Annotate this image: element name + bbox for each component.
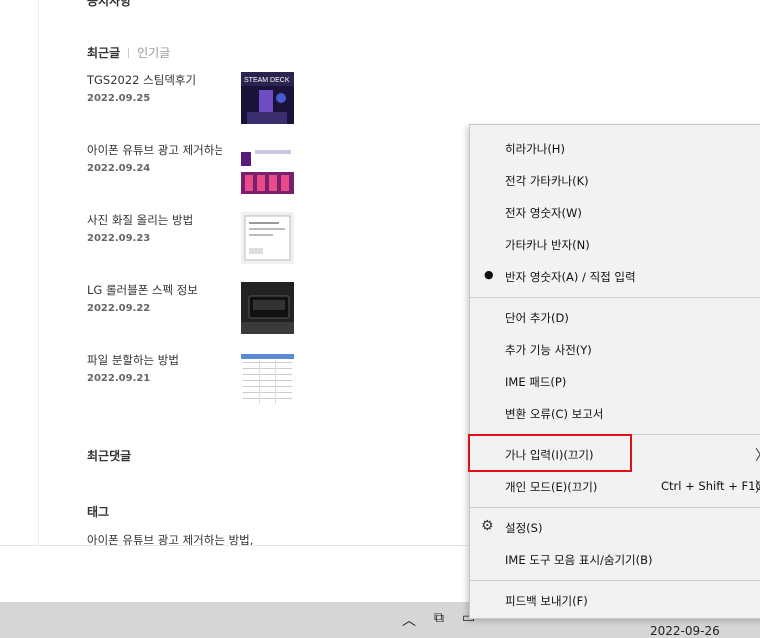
post-title[interactable]: 사진 화질 올리는 방법	[87, 212, 222, 228]
menu-item-private-mode[interactable]: 개인 모드(E)(끄기) Ctrl + Shift + F10 〉	[470, 473, 760, 501]
menu-item-hiragana[interactable]: 히라가나(H)	[470, 135, 760, 163]
menu-item-send-feedback[interactable]: 피드백 보내기(F)	[470, 587, 760, 615]
menu-item-label: 개인 모드(E)(끄기)	[505, 480, 598, 494]
submenu-arrow-icon: 〉	[755, 477, 760, 497]
menu-item-fullwidth-alphanumeric[interactable]: 전자 영숫자(W)	[470, 199, 760, 227]
post-tabs: 최근글 인기글	[87, 44, 170, 61]
post-title[interactable]: 파일 분할하는 방법	[87, 352, 222, 368]
menu-item-label: 전자 영숫자(W)	[505, 206, 582, 220]
post-item[interactable]: 사진 화질 올리는 방법 2022.09.23	[87, 212, 297, 264]
post-title[interactable]: TGS2022 스팀덱후기	[87, 72, 222, 88]
menu-item-label: 단어 추가(D)	[505, 311, 569, 325]
highlight-box	[468, 434, 632, 472]
post-item[interactable]: 파일 분할하는 방법 2022.09.21	[87, 352, 297, 404]
menu-item-settings[interactable]: ⚙ 설정(S)	[470, 514, 760, 542]
menu-item-add-word[interactable]: 단어 추가(D)	[470, 304, 760, 332]
menu-item-halfwidth-alphanumeric[interactable]: ● 반자 영숫자(A) / 직접 입력	[470, 263, 760, 291]
menu-item-halfwidth-katakana[interactable]: 가타카나 반자(N)	[470, 231, 760, 259]
menu-item-label: 추가 기능 사전(Y)	[505, 343, 592, 357]
menu-item-ime-pad[interactable]: IME 패드(P)	[470, 368, 760, 396]
selected-bullet-icon: ●	[484, 268, 494, 281]
post-date: 2022.09.24	[87, 163, 151, 174]
submenu-arrow-icon: 〉	[755, 445, 760, 465]
menu-item-label: 설정(S)	[505, 521, 543, 535]
tab-recent-posts[interactable]: 최근글	[87, 44, 120, 61]
menu-item-addon-dictionary[interactable]: 추가 기능 사전(Y)	[470, 336, 760, 364]
tab-separator	[128, 47, 130, 58]
ime-context-menu: 히라가나(H) 전각 가타카나(K) 전자 영숫자(W) 가타카나 반자(N) …	[469, 124, 760, 619]
menu-item-label: 반자 영숫자(A) / 직접 입력	[505, 270, 636, 284]
show-hidden-icons-chevron-icon[interactable]: ︿	[402, 610, 416, 630]
menu-item-label: 가타카나 반자(N)	[505, 238, 590, 252]
menu-item-shortcut: Ctrl + Shift + F10	[661, 479, 760, 493]
taskbar-date[interactable]: 2022-09-26	[650, 624, 720, 638]
menu-separator	[470, 297, 760, 298]
post-thumbnail[interactable]	[241, 212, 294, 264]
recent-comments-title: 최근댓글	[87, 449, 132, 463]
menu-item-label: 변환 오류(C) 보고서	[505, 407, 604, 421]
menu-separator	[470, 580, 760, 581]
post-item[interactable]: LG 롤러블폰 스펙 정보 2022.09.22	[87, 282, 297, 334]
tags-title: 태그	[87, 505, 110, 519]
gear-icon: ⚙	[481, 518, 494, 534]
menu-separator	[470, 507, 760, 508]
post-date: 2022.09.23	[87, 233, 151, 244]
post-date: 2022.09.25	[87, 93, 151, 104]
menu-item-label: IME 패드(P)	[505, 375, 567, 389]
menu-item-toggle-ime-toolbar[interactable]: IME 도구 모음 표시/숨기기(B)	[470, 546, 760, 574]
post-thumbnail[interactable]	[241, 142, 294, 194]
post-date: 2022.09.21	[87, 373, 151, 384]
tab-popular-posts[interactable]: 인기글	[137, 44, 170, 61]
taskbar-app-icon[interactable]: ⧉	[434, 610, 444, 626]
menu-item-fullwidth-katakana[interactable]: 전각 가타카나(K)	[470, 167, 760, 195]
post-thumbnail[interactable]	[241, 352, 294, 404]
post-item[interactable]: TGS2022 스팀덱후기 2022.09.25 STEAM DECK	[87, 72, 297, 124]
post-thumbnail[interactable]	[241, 282, 294, 334]
svg-text:STEAM DECK: STEAM DECK	[244, 77, 290, 84]
menu-item-conversion-error-report[interactable]: 변환 오류(C) 보고서	[470, 400, 760, 428]
post-title[interactable]: LG 롤러블폰 스펙 정보	[87, 282, 222, 298]
post-item[interactable]: 아이폰 유튜브 광고 제거하는 방법 2022.09.24	[87, 142, 297, 194]
post-thumbnail[interactable]: STEAM DECK	[241, 72, 294, 124]
menu-item-label: 피드백 보내기(F)	[505, 594, 588, 608]
menu-item-label: IME 도구 모음 표시/숨기기(B)	[505, 553, 653, 567]
post-title[interactable]: 아이폰 유튜브 광고 제거하는 방법	[87, 142, 222, 158]
menu-item-label: 전각 가타카나(K)	[505, 174, 589, 188]
post-date: 2022.09.22	[87, 303, 151, 314]
menu-item-label: 히라가나(H)	[505, 142, 565, 156]
notice-title[interactable]: 공지사항	[87, 0, 131, 9]
